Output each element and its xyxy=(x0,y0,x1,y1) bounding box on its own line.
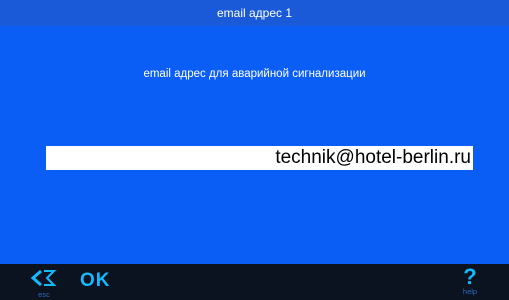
help-hint: help xyxy=(462,287,478,296)
page-title: email адрес 1 xyxy=(216,6,293,20)
field-description: email адрес для аварийной сигнализации xyxy=(143,68,366,80)
back-button[interactable]: esc xyxy=(30,268,57,300)
backspace-arrow-icon xyxy=(30,269,57,287)
back-hint: esc xyxy=(38,290,50,299)
title-bar: email адрес 1 xyxy=(0,0,509,26)
email-field[interactable]: technik@hotel-berlin.ru xyxy=(46,146,473,170)
question-mark-icon: ? xyxy=(463,264,477,289)
main-panel: email адрес для аварийной сигнализации t… xyxy=(0,26,509,264)
help-button[interactable]: ? help xyxy=(453,266,487,300)
ok-button[interactable]: OK xyxy=(80,270,111,292)
bottom-toolbar: esc OK ? help xyxy=(0,264,509,300)
screen: email адрес 1 email адрес для аварийной … xyxy=(0,0,509,300)
